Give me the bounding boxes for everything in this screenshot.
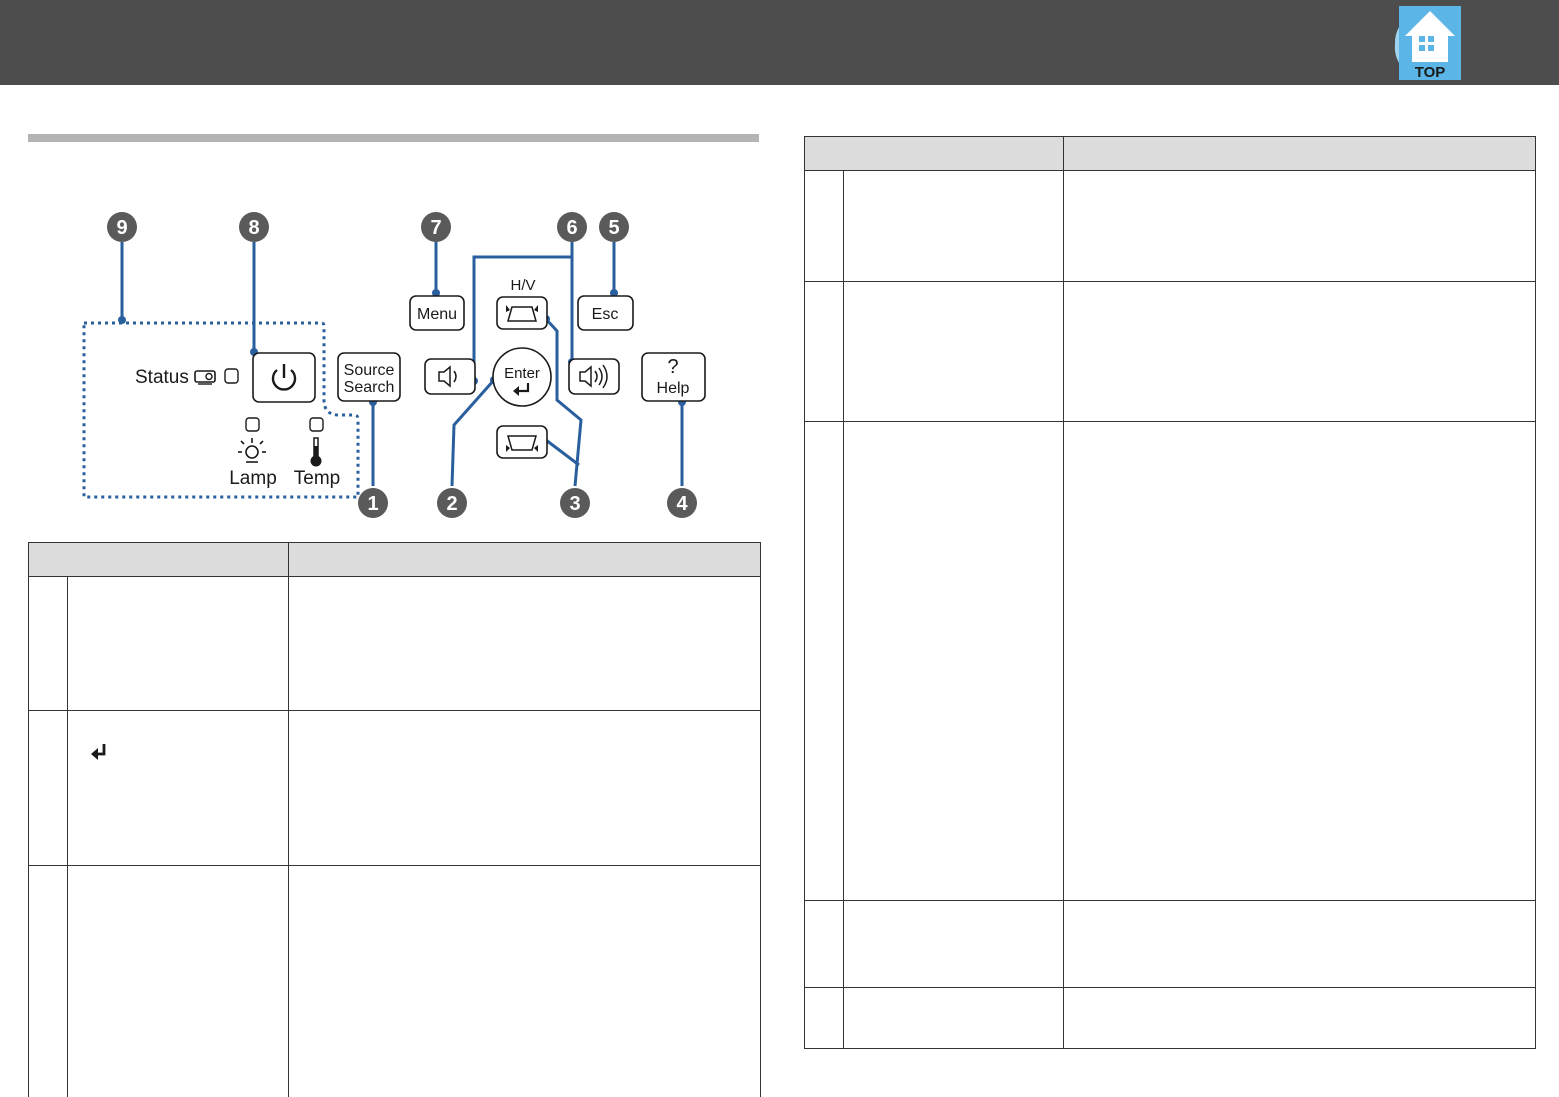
- table-cell: [288, 710, 761, 866]
- table-cell: [67, 710, 289, 866]
- svg-text:6: 6: [566, 217, 577, 239]
- table-header-row: [804, 136, 1536, 171]
- table-cell: [288, 865, 761, 1097]
- left-reference-table: [28, 542, 761, 1097]
- status-label: Status: [135, 367, 189, 388]
- callout-7: 7: [421, 212, 451, 242]
- table-row: [804, 170, 1536, 282]
- svg-text:Help: Help: [657, 380, 690, 397]
- right-reference-table: [804, 136, 1536, 1049]
- enter-button[interactable]: Enter: [492, 347, 552, 407]
- keystone-down-button[interactable]: [496, 425, 548, 459]
- svg-text:9: 9: [116, 217, 127, 239]
- keystone-up-button[interactable]: [496, 296, 548, 330]
- table-cell: [804, 987, 844, 1049]
- table-header-cell: [804, 136, 1064, 171]
- table-cell: [67, 576, 289, 711]
- power-button[interactable]: [252, 352, 316, 403]
- table-row: [804, 900, 1536, 988]
- table-cell: [804, 281, 844, 422]
- table-cell: [1063, 900, 1536, 988]
- table-row: [28, 865, 761, 1097]
- callout-5: 5: [599, 212, 629, 242]
- callout-2: 2: [437, 488, 467, 518]
- lamp-led: [245, 417, 260, 432]
- table-header-cell: [1063, 136, 1536, 171]
- callout-4: 4: [667, 488, 697, 518]
- svg-text:3: 3: [569, 493, 580, 515]
- table-cell: [1063, 987, 1536, 1049]
- top-button[interactable]: TOP: [1393, 6, 1461, 81]
- svg-text:Source: Source: [344, 362, 395, 379]
- projector-icon: [194, 370, 216, 385]
- callout-6: 6: [557, 212, 587, 242]
- thermometer-icon: [310, 437, 322, 467]
- svg-text:Enter: Enter: [504, 365, 540, 382]
- temp-label: Temp: [294, 468, 340, 489]
- status-led: [224, 368, 239, 384]
- lamp-icon: [238, 438, 266, 463]
- table-cell: [843, 900, 1064, 988]
- svg-text:Menu: Menu: [417, 306, 457, 323]
- volume-down-button[interactable]: [424, 358, 476, 395]
- table-header-cell: [28, 542, 289, 577]
- question-icon: ?: [667, 356, 678, 378]
- section-rule: [28, 134, 759, 142]
- table-cell: [28, 710, 68, 866]
- table-cell: [804, 170, 844, 282]
- svg-text:Esc: Esc: [592, 306, 619, 323]
- table-cell: [28, 865, 68, 1097]
- control-panel-diagram: 9 8 7 6 5 1 2 3 4 Status Lamp Temp Sourc…: [28, 200, 759, 530]
- source-search-button[interactable]: Source Search: [337, 352, 401, 402]
- table-cell: [843, 170, 1064, 282]
- lamp-label: Lamp: [229, 468, 277, 489]
- callout-1: 1: [358, 488, 388, 518]
- svg-text:Search: Search: [344, 379, 395, 396]
- table-cell: [804, 900, 844, 988]
- table-cell: [67, 865, 289, 1097]
- table-row: [28, 576, 761, 711]
- callout-8: 8: [239, 212, 269, 242]
- svg-text:7: 7: [430, 217, 441, 239]
- table-header-cell: [288, 542, 761, 577]
- svg-text:4: 4: [676, 493, 688, 515]
- table-cell: [843, 987, 1064, 1049]
- callout-3: 3: [560, 488, 590, 518]
- table-cell: [1063, 281, 1536, 422]
- volume-up-button[interactable]: [568, 358, 620, 395]
- callout-9: 9: [107, 212, 137, 242]
- table-cell: [28, 576, 68, 711]
- svg-text:5: 5: [608, 217, 619, 239]
- svg-text:2: 2: [446, 493, 457, 515]
- table-cell: [843, 421, 1064, 901]
- table-cell: [804, 421, 844, 901]
- table-row: [804, 281, 1536, 422]
- enter-icon: [88, 743, 110, 765]
- table-cell: [1063, 421, 1536, 901]
- table-row: [28, 710, 761, 866]
- home-building-icon: TOP: [1394, 6, 1461, 81]
- temp-led: [309, 417, 324, 432]
- hv-label: H/V: [510, 277, 535, 294]
- table-header-row: [28, 542, 761, 577]
- menu-button[interactable]: Menu: [409, 295, 465, 331]
- top-label: TOP: [1415, 64, 1446, 80]
- esc-button[interactable]: Esc: [577, 295, 634, 331]
- table-cell: [843, 281, 1064, 422]
- table-row: [804, 421, 1536, 901]
- table-cell: [1063, 170, 1536, 282]
- svg-text:8: 8: [248, 217, 259, 239]
- header-bar: [0, 0, 1559, 85]
- table-cell: [288, 576, 761, 711]
- help-button[interactable]: ? Help: [641, 352, 706, 402]
- svg-text:1: 1: [367, 493, 378, 515]
- table-row: [804, 987, 1536, 1049]
